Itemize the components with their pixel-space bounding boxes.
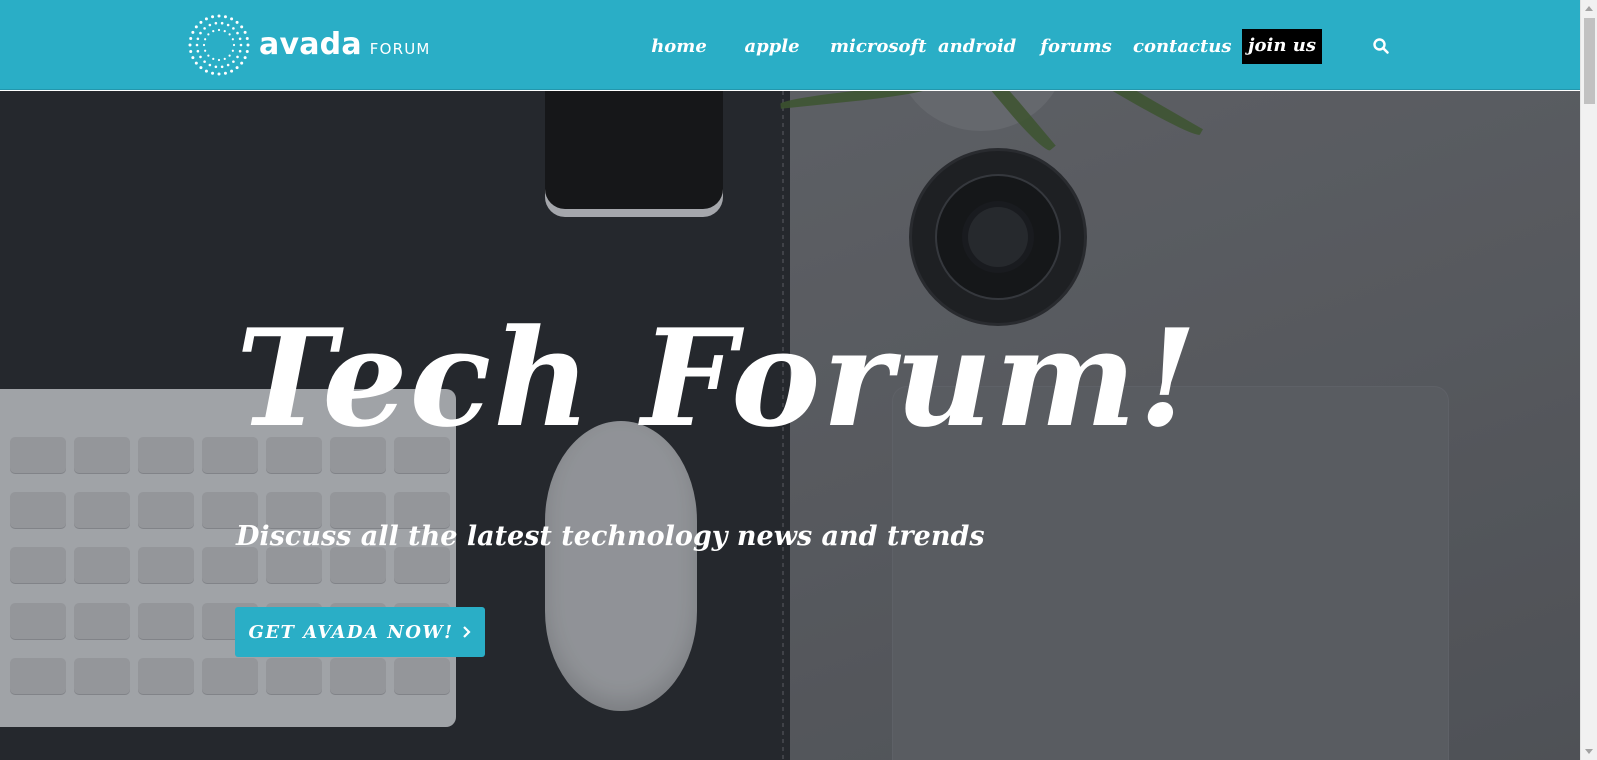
chevron-right-icon [462,626,471,638]
page-scrollbar[interactable] [1580,0,1597,760]
site-header: avada FORUM home apple microsoft android… [0,0,1580,90]
scroll-down-icon[interactable] [1585,749,1593,754]
nav-contactus[interactable]: contactus [1133,30,1232,66]
main-nav: home apple microsoft android forums cont… [0,0,1580,90]
nav-home[interactable]: home [646,30,712,66]
nav-forums[interactable]: forums [1040,30,1112,66]
nav-android[interactable]: android [938,30,1016,66]
scroll-thumb[interactable] [1584,18,1595,104]
nav-apple[interactable]: apple [740,30,804,66]
get-avada-button[interactable]: GET AVADA NOW! [235,607,485,657]
nav-microsoft[interactable]: microsoft [830,30,927,66]
nav-join-us[interactable]: join us [1242,29,1322,64]
hero-subtitle: Discuss all the latest technology news a… [236,521,985,552]
scroll-up-icon[interactable] [1585,6,1593,11]
hero-section: Tech Forum! Discuss all the latest techn… [0,91,1580,760]
cta-label: GET AVADA NOW! [248,621,454,643]
hero-title: Tech Forum! [236,299,1200,457]
search-icon[interactable] [1372,37,1390,55]
